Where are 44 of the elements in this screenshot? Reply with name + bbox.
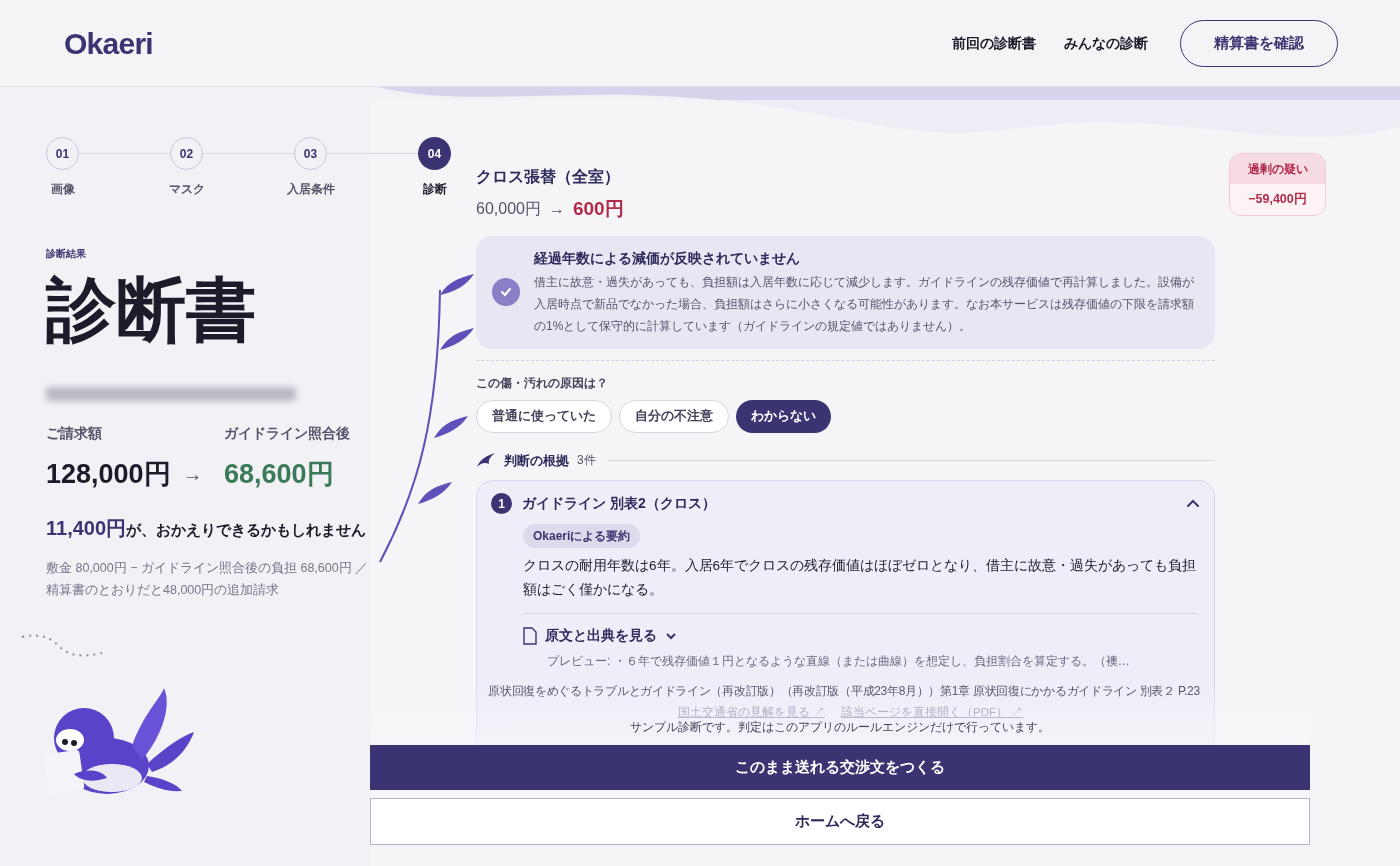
- deposit-note: 敷金 80,000円 − ガイドライン照合後の負担 68,600円 ／精算書のとおりだと48,000円の追加請求: [46, 559, 370, 599]
- guideline-label: ガイドライン照合後: [224, 424, 350, 443]
- home-button[interactable]: ホームへ戻る: [370, 798, 1310, 845]
- step-label: マスク: [168, 181, 205, 198]
- summary-tag: Okaeriによる要約: [523, 524, 641, 548]
- refund-message: が、おかえりできるかもしれません: [126, 520, 367, 540]
- badge-label: 過剰の疑い: [1230, 154, 1325, 184]
- original-price: 60,000円: [476, 199, 541, 220]
- refund-amount: 11,400円: [46, 515, 127, 541]
- create-message-button[interactable]: このまま送れる交渉文をつくる: [370, 745, 1310, 790]
- alert-body: 借主に故意・過失があっても、負担額は入居年数に応じて減少します。ガイドラインの残存価値で再計算しました。設備が入居時点で新品でなかった場合、負担額はさらに小さくなる可能性があります。なお本サービスは残存価値の下限を請求額の1%として保守的に計算しています（ガイドラインの規定値ではありません）。: [534, 273, 1195, 335]
- nav-link[interactable]: 前回の診断書: [952, 32, 1036, 54]
- arrow-text: →: [548, 199, 565, 220]
- evidence-title: 判断の根拠: [504, 451, 569, 470]
- citation-text: 原状回復をめぐるトラブルとガイドライン（再改訂版）（再改訂版（平成23年8月））第1章 原状回復にかかるガイドライン 別表２ P.23: [487, 683, 1201, 701]
- sample-note: サンプル診断です。判定はこのアプリのルールエンジンだけで行っています。: [630, 719, 1050, 736]
- preview-text: プレビュー: ・６年で残存価値１円となるような直線（または曲線）を想定し、負担割合を算定する。（襖…: [546, 653, 1131, 671]
- item-title: クロス張替（全室）: [476, 167, 621, 187]
- guideline-amount: 68,600円: [224, 458, 335, 491]
- document-icon: [523, 627, 537, 646]
- bird-icon: [476, 452, 496, 469]
- arrow-text: →: [182, 462, 203, 488]
- adjusted-price: 600円: [572, 197, 624, 221]
- question-label: この傷・汚れの原因は？: [476, 374, 609, 392]
- step-label: 画像: [50, 181, 75, 198]
- evidence-number: 1: [491, 493, 512, 514]
- step-number: 03: [294, 137, 327, 170]
- evidence-item-title[interactable]: ガイドライン 別表2（クロス）: [522, 493, 1176, 514]
- source-toggle[interactable]: 原文と出典を見る: [523, 626, 677, 647]
- eyebrow-label: 診断結果: [46, 247, 87, 261]
- badge-amount: −59,400円: [1247, 191, 1308, 208]
- nav-link[interactable]: みんなの診断: [1064, 32, 1148, 54]
- logo[interactable]: Okaeri: [64, 20, 153, 66]
- billed-label: ご請求額: [46, 424, 103, 443]
- billed-amount: 128,000円: [46, 458, 171, 491]
- step-number: 02: [170, 137, 203, 170]
- step-number: 01: [46, 137, 79, 170]
- evidence-count: 3件: [577, 452, 596, 470]
- step-label: 診断: [422, 181, 447, 198]
- cause-option[interactable]: 普通に使っていた: [476, 399, 612, 433]
- summary-text: クロスの耐用年数は6年。入居6年でクロスの残存価値はほぼゼロとなり、借主に故意・過失があっても負担額はごく僅かになる。: [523, 557, 1198, 599]
- step-label: 入居条件: [286, 181, 335, 198]
- alert-title: 経過年数による減価が反映されていません: [534, 248, 801, 268]
- page-title: 診断書: [46, 275, 257, 345]
